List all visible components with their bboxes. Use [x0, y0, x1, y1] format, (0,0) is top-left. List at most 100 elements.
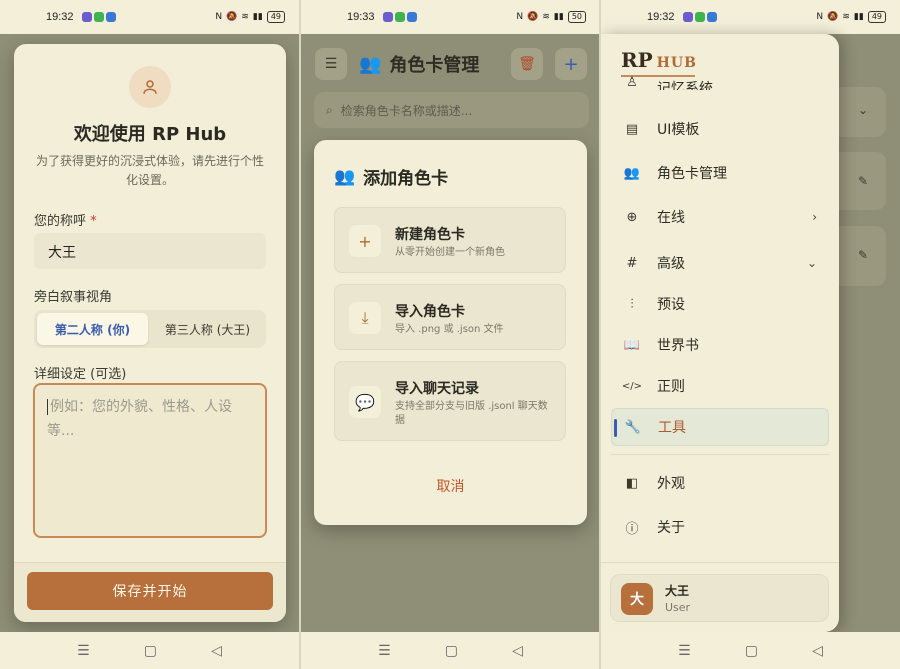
users-icon: 👥 [623, 165, 641, 181]
chevron-down-icon: ⌄ [806, 256, 817, 270]
download-icon: ⤓ [349, 302, 381, 334]
cancel-button[interactable]: 取消 [314, 476, 587, 496]
status-indicators: N 🔕 ≋ ▮▮ 49 [816, 11, 886, 23]
menu-item-memory[interactable]: ♙ 记忆系统 [611, 66, 829, 90]
wifi-icon: ≋ [542, 12, 550, 22]
nav-menu-icon[interactable]: ☰ [678, 643, 691, 659]
mute-icon: 🔕 [226, 12, 238, 22]
nav-home-icon[interactable]: ▢ [745, 643, 758, 659]
status-indicators: N 🔕 ≋ ▮▮ 49 [215, 11, 285, 23]
user-name: 大王 [665, 584, 690, 598]
add-card-modal: 👥 添加角色卡 + 新建角色卡 从零开始创建一个新角色 ⤓ 导入角色卡 导入 .… [314, 140, 587, 525]
header-actions: 🗑 + [511, 48, 587, 80]
menu-separator [611, 454, 829, 455]
menu-item-presets[interactable]: ⫶ 预设 [611, 285, 829, 323]
status-bar: 19:33 N 🔕 ≋ ▮▮ 50 [301, 0, 600, 34]
nfc-icon: N [215, 12, 223, 22]
phone-navigation-drawer: 19:32 N 🔕 ≋ ▮▮ 49 ⌄ ✎ ✎ RP HUB ♙ 记忆系统 ▤ UI模… [601, 0, 900, 669]
name-label-text: 您的称呼 [34, 214, 87, 229]
nav-menu-icon[interactable]: ☰ [378, 643, 391, 659]
template-icon: ▤ [625, 121, 639, 137]
detail-textarea[interactable]: 例如：您的外貌、性格、人设等... [33, 383, 267, 538]
nav-back-icon[interactable]: ◁ [812, 643, 823, 659]
sliders-icon: ⫶ [630, 296, 634, 312]
menu-item-online[interactable]: ⊕ 在线 › [611, 198, 829, 236]
edit-icon: ✎ [857, 248, 868, 262]
chevron-down-icon: ⌄ [857, 103, 868, 117]
nav-back-icon[interactable]: ◁ [512, 643, 523, 659]
user-profile-card[interactable]: 大 大王 User [610, 574, 829, 622]
status-app-icons [682, 12, 717, 22]
menu-item-regex[interactable]: </> 正则 [611, 367, 829, 405]
nav-home-icon[interactable]: ▢ [144, 643, 157, 659]
chevron-right-icon: › [812, 210, 817, 224]
status-app-icons [81, 12, 116, 22]
menu-item-tools[interactable]: 🔧 工具 [611, 408, 829, 446]
menu-label: 关于 [657, 520, 685, 536]
wifi-icon: ≋ [241, 12, 249, 22]
import-card-option[interactable]: ⤓ 导入角色卡 导入 .png 或 .json 文件 [334, 284, 566, 350]
signal-icon: ▮▮ [553, 12, 564, 22]
palette-icon: ◧ [625, 475, 639, 491]
menu-label: 在线 [657, 210, 685, 226]
navigation-drawer: RP HUB ♙ 记忆系统 ▤ UI模板 👥 角色卡管理 ⊕ 在线 › # 高级 ⌄ ⫶ 预设 📖… [601, 34, 839, 632]
option-desc: 导入 .png 或 .json 文件 [395, 324, 504, 335]
screenshot-triptych: 19:32 N 🔕 ≋ ▮▮ 49 欢迎使用 RP Hub 为了获得更好的沉浸式… [0, 0, 900, 669]
detail-label: 详细设定 (可选) [34, 367, 127, 382]
menu-label: 预设 [657, 297, 685, 313]
signal-icon: ▮▮ [853, 12, 864, 22]
users-icon: 👥 [359, 53, 382, 75]
nav-back-icon[interactable]: ◁ [211, 643, 222, 659]
menu-item-ui-template[interactable]: ▤ UI模板 [611, 110, 829, 148]
new-card-option[interactable]: + 新建角色卡 从零开始创建一个新角色 [334, 207, 566, 273]
name-field[interactable]: 大王 [34, 233, 266, 269]
status-bar: 19:32 N 🔕 ≋ ▮▮ 49 [0, 0, 299, 34]
edit-icon: ✎ [857, 174, 868, 188]
user-role: User [665, 601, 691, 614]
wrench-icon: 🔧 [624, 419, 642, 435]
nav-home-icon[interactable]: ▢ [445, 643, 458, 659]
mute-icon: 🔕 [527, 12, 539, 22]
user-icon [129, 66, 171, 108]
menu-label: 记忆系统 [657, 81, 713, 90]
modal-title: 👥 添加角色卡 [334, 164, 449, 190]
menu-label: 高级 [657, 256, 685, 272]
phone-onboarding: 19:32 N 🔕 ≋ ▮▮ 49 欢迎使用 RP Hub 为了获得更好的沉浸式… [0, 0, 299, 669]
menu-label: 外观 [657, 476, 685, 492]
menu-label: 工具 [658, 420, 686, 436]
pov-option-second-person[interactable]: 第二人称 (你) [37, 313, 148, 345]
status-time: 19:32 [46, 11, 74, 23]
battery-icon: 49 [867, 11, 886, 23]
menu-item-worldbook[interactable]: 📖 世界书 [611, 326, 829, 364]
import-chat-option[interactable]: 💬 导入聊天记录 支持全部分支与旧版 .jsonl 聊天数据 [334, 361, 566, 441]
status-indicators: N 🔕 ≋ ▮▮ 50 [516, 11, 586, 23]
users-icon: 👥 [334, 166, 356, 187]
memory-icon: ♙ [626, 75, 638, 90]
nav-menu-icon[interactable]: ☰ [77, 643, 90, 659]
modal-title-text: 添加角色卡 [363, 169, 449, 189]
plus-icon[interactable]: + [555, 48, 587, 80]
menu-item-character-cards[interactable]: 👥 角色卡管理 [611, 154, 829, 192]
trash-icon[interactable]: 🗑 [511, 48, 543, 80]
pov-option-third-person[interactable]: 第三人称 (大王) [152, 313, 263, 345]
battery-icon: 50 [567, 11, 586, 23]
text-caret [47, 399, 48, 415]
search-input[interactable]: ⌕ 检索角色卡名称或描述... [314, 92, 589, 128]
save-and-start-button[interactable]: 保存并开始 [27, 572, 273, 610]
system-nav-bar: ☰ ▢ ◁ [601, 632, 900, 669]
plus-icon: + [349, 225, 381, 257]
status-time: 19:33 [347, 11, 375, 23]
option-title: 导入角色卡 [395, 304, 465, 320]
phone-character-cards: 19:33 N 🔕 ≋ ▮▮ 50 ☰ 👥 角色卡管理 🗑 + ⌕ 检索角色卡名… [301, 0, 600, 669]
menu-item-about[interactable]: ⓘ 关于 [611, 508, 829, 546]
menu-icon[interactable]: ☰ [315, 48, 347, 80]
status-app-icons [382, 12, 417, 22]
system-nav-bar: ☰ ▢ ◁ [301, 632, 600, 669]
hash-icon: # [626, 255, 638, 271]
option-title: 新建角色卡 [395, 227, 465, 243]
menu-item-advanced[interactable]: # 高级 ⌄ [611, 244, 829, 282]
battery-icon: 49 [266, 11, 285, 23]
sheet-footer: 保存并开始 [14, 562, 286, 622]
menu-item-appearance[interactable]: ◧ 外观 [611, 464, 829, 502]
page-title-text: 角色卡管理 [389, 55, 480, 76]
